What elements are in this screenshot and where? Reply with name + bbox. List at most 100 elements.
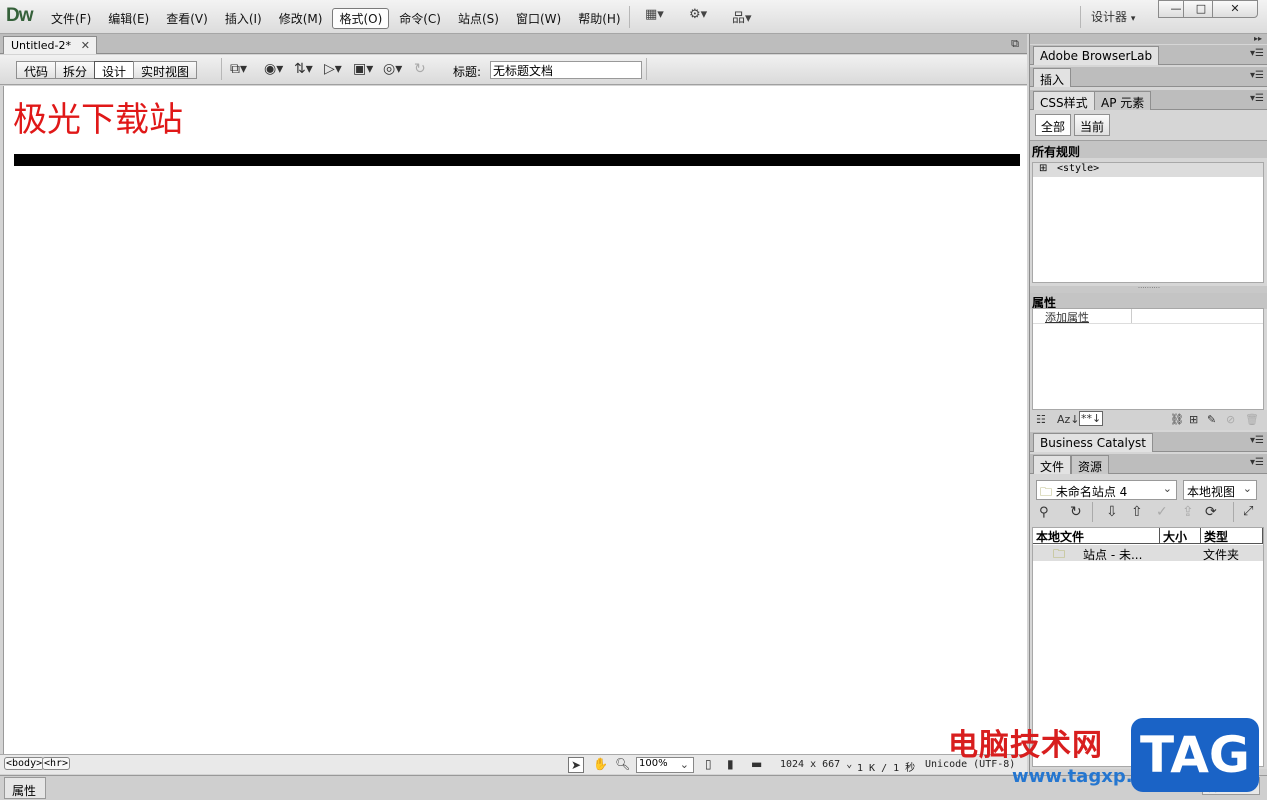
zoom-select[interactable]: 100% ⌄ — [636, 757, 694, 773]
view-button[interactable]: 实时视图 — [133, 61, 198, 79]
menu-item[interactable]: 格式(O) — [332, 8, 390, 29]
browserlab-tab[interactable]: Adobe BrowserLab — [1033, 46, 1160, 65]
mobile-size-icon[interactable]: ▯ — [705, 757, 712, 771]
menu-item[interactable]: 查看(V) — [159, 8, 215, 29]
document-tab-title: Untitled-2* — [11, 39, 71, 52]
visual-aids-icon[interactable]: ▣▾ — [353, 61, 373, 77]
refresh-icon[interactable]: ↻ — [1070, 504, 1082, 520]
view-button[interactable]: 代码 — [16, 61, 57, 79]
site-structure-icon[interactable]: 品▾ — [732, 7, 752, 27]
menu-item[interactable]: 窗口(W) — [509, 8, 568, 29]
menu-item[interactable]: 编辑(E) — [101, 8, 156, 29]
view-button[interactable]: 设计 — [94, 61, 135, 79]
collapse-panels-icon[interactable]: ▸▸ — [1254, 34, 1262, 43]
files-tab[interactable]: 文件 — [1033, 455, 1072, 474]
site-select-value: 未命名站点 4 — [1055, 485, 1128, 499]
css-rules-list: ⊞ <style> — [1032, 162, 1264, 283]
hand-tool-icon[interactable]: ✋ — [593, 757, 608, 771]
expand-icon[interactable]: ⊞ — [1039, 163, 1047, 174]
properties-title-bar: 属性 — [1030, 293, 1267, 310]
splitter-handle[interactable]: ·········· — [1030, 285, 1267, 293]
window-size[interactable]: 1024 x 667 ⌄ — [780, 759, 852, 770]
menu-item[interactable]: 命令(C) — [392, 8, 448, 29]
css-current-button[interactable]: 当前 — [1074, 114, 1111, 136]
category-view-icon[interactable]: ☷ — [1036, 413, 1046, 426]
desktop-size-icon[interactable]: ▬ — [751, 757, 762, 771]
disable-icon[interactable]: ⊘ — [1226, 413, 1235, 426]
css-all-button[interactable]: 全部 — [1035, 114, 1072, 136]
properties-tab[interactable]: 属性 — [4, 777, 46, 799]
menu-item[interactable]: 文件(F) — [44, 8, 98, 29]
page-heading[interactable]: 极光下载站 — [13, 92, 183, 141]
document-tab[interactable]: Untitled-2* ✕ — [3, 36, 97, 54]
menu-item[interactable]: 帮助(H) — [571, 8, 627, 29]
tag-selector-body[interactable]: <body> — [4, 757, 45, 770]
panel-menu-icon[interactable]: ▾☰ — [1250, 457, 1264, 468]
edit-style-icon[interactable]: ✎ — [1207, 413, 1216, 426]
css-rule-row[interactable]: ⊞ <style> — [1033, 163, 1263, 177]
workspace-label: 设计器 — [1091, 10, 1128, 24]
list-view-icon[interactable]: Az↓ — [1057, 413, 1080, 426]
tablet-size-icon[interactable]: ▮ — [727, 757, 734, 771]
refresh-icon[interactable]: ↻ — [414, 61, 426, 77]
ap-elements-tab[interactable]: AP 元素 — [1094, 91, 1152, 110]
connect-icon[interactable]: ⚲ — [1039, 505, 1049, 520]
close-icon[interactable]: ✕ — [81, 39, 90, 52]
view-button[interactable]: 拆分 — [55, 61, 96, 79]
layout-icon[interactable]: ▦▾ — [645, 7, 664, 27]
page-title-input[interactable] — [490, 61, 642, 79]
browser-preview-icon[interactable]: ◉▾ — [264, 61, 283, 77]
insert-tab[interactable]: 插入 — [1033, 68, 1072, 87]
panel-menu-icon[interactable]: ▾☰ — [1250, 93, 1264, 104]
check-in-icon[interactable]: ⇪ — [1182, 504, 1194, 520]
separator — [1080, 6, 1081, 28]
download-size-time: 1 K / 1 秒 — [857, 763, 916, 774]
new-css-rule-icon[interactable]: ⊞ — [1189, 413, 1198, 426]
debug-icon[interactable]: ▷▾ — [324, 61, 342, 77]
trash-icon[interactable]: 🗑︎ — [1245, 413, 1259, 426]
expand-panel-icon[interactable]: ⤢ — [1243, 504, 1253, 519]
menu-item[interactable]: 站点(S) — [451, 8, 506, 29]
site-select[interactable]: 🗀 未命名站点 4 ⌄ — [1036, 480, 1177, 500]
file-row[interactable]: 🗀 站点 - 未... 文件夹 — [1033, 545, 1263, 562]
get-files-icon[interactable]: ⇩ — [1106, 504, 1118, 520]
file-name: 站点 - 未... — [1083, 548, 1143, 562]
synchronize-icon[interactable]: ⟳ — [1205, 504, 1217, 520]
zoom-tool-icon[interactable]: 🔍︎ — [615, 757, 630, 771]
assets-tab[interactable]: 资源 — [1071, 455, 1110, 474]
business-catalyst-tab[interactable]: Business Catalyst — [1033, 433, 1153, 452]
check-out-icon[interactable]: ✓ — [1156, 504, 1168, 520]
title-label: 标题: — [453, 65, 482, 79]
css-styles-tab[interactable]: CSS样式 — [1033, 91, 1095, 110]
attach-stylesheet-icon[interactable]: ⛓ — [1170, 413, 1184, 426]
restore-icon[interactable]: ⧉ — [1011, 37, 1019, 51]
menu-item[interactable]: 修改(M) — [272, 8, 330, 29]
insert-panel-header: 插入 ▾☰ — [1030, 67, 1267, 87]
gear-icon[interactable]: ⚙▾ — [689, 7, 707, 27]
horizontal-rule[interactable] — [14, 154, 1020, 166]
design-canvas[interactable]: 极光下载站 — [3, 86, 1027, 754]
status-bar: <body> <hr> ➤ ✋ 🔍︎ 100% ⌄ ▯ ▮ ▬ 1024 x 66… — [0, 754, 1027, 774]
col-size[interactable]: 大小 — [1160, 528, 1201, 544]
close-button[interactable]: ✕ — [1212, 0, 1258, 18]
menu-item[interactable]: 插入(I) — [218, 8, 269, 29]
separator — [1092, 502, 1093, 522]
panel-menu-icon[interactable]: ▾☰ — [1250, 70, 1264, 81]
view-select[interactable]: 本地视图 ⌄ — [1183, 480, 1257, 500]
workspace-switcher[interactable]: 设计器 ▾ — [1091, 8, 1135, 25]
panel-menu-icon[interactable]: ▾☰ — [1250, 48, 1264, 59]
col-local-files[interactable]: 本地文件 — [1033, 528, 1160, 544]
multiscreen-icon[interactable]: ⧉▾ — [230, 61, 247, 77]
view-select-value: 本地视图 — [1187, 485, 1236, 499]
separator — [629, 6, 630, 28]
business-catalyst-panel-header: Business Catalyst ▾☰ — [1030, 432, 1267, 452]
check-page-icon[interactable]: ◎▾ — [383, 61, 402, 77]
panel-menu-icon[interactable]: ▾☰ — [1250, 435, 1264, 446]
set-properties-view-icon[interactable]: **↓ — [1079, 411, 1104, 426]
file-management-icon[interactable]: ⇅▾ — [294, 61, 313, 77]
pointer-tool-icon[interactable]: ➤ — [568, 757, 585, 773]
separator — [646, 58, 647, 80]
put-files-icon[interactable]: ⇧ — [1131, 504, 1143, 520]
col-type[interactable]: 类型 — [1201, 528, 1263, 544]
tag-selector-hr[interactable]: <hr> — [42, 757, 71, 770]
